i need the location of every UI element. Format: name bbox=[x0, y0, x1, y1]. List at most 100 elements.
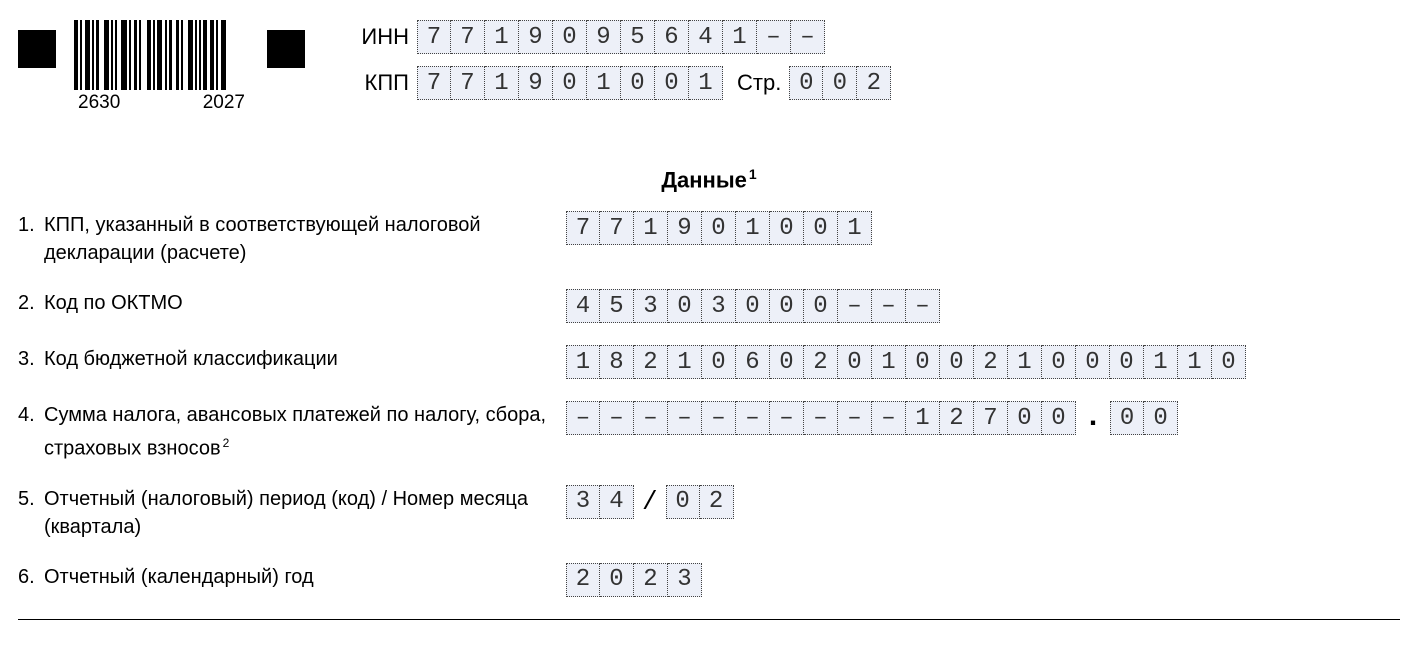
char-cell: – bbox=[872, 289, 906, 323]
char-cell: 1 bbox=[689, 66, 723, 100]
cell-group: 02 bbox=[666, 485, 734, 519]
char-cell: 7 bbox=[451, 20, 485, 54]
cell-group: 2023 bbox=[566, 563, 702, 597]
char-cell: 1 bbox=[485, 66, 519, 100]
kpp-line: КПП 771901001 Стр. 002 bbox=[355, 66, 891, 100]
char-cell: 9 bbox=[519, 66, 553, 100]
form-row: 1.КПП, указанный в соответствующей налог… bbox=[18, 211, 1400, 267]
char-cell: – bbox=[600, 401, 634, 435]
char-cell: 0 bbox=[553, 20, 587, 54]
char-cell: 9 bbox=[587, 20, 621, 54]
section-title: Данные1 bbox=[18, 166, 1400, 193]
page-cells: 002 bbox=[789, 66, 891, 100]
char-cell: 0 bbox=[1144, 401, 1178, 435]
char-cell: – bbox=[838, 289, 872, 323]
form-rows: 1.КПП, указанный в соответствующей налог… bbox=[18, 211, 1400, 597]
char-cell: 0 bbox=[702, 211, 736, 245]
char-cell: 0 bbox=[553, 66, 587, 100]
char-cell: 1 bbox=[736, 211, 770, 245]
char-cell: 4 bbox=[566, 289, 600, 323]
char-cell: 0 bbox=[1042, 345, 1076, 379]
char-cell: 2 bbox=[634, 563, 668, 597]
form-row: 6.Отчетный (календарный) год2023 bbox=[18, 563, 1400, 597]
barcode-num-left: 2630 bbox=[78, 92, 120, 114]
char-cell: 0 bbox=[668, 289, 702, 323]
char-cell: – bbox=[757, 20, 791, 54]
inn-line: ИНН 7719095641–– bbox=[355, 20, 891, 54]
char-cell: 9 bbox=[668, 211, 702, 245]
char-cell: 0 bbox=[1110, 401, 1144, 435]
char-cell: 0 bbox=[804, 289, 838, 323]
char-cell: 0 bbox=[655, 66, 689, 100]
char-cell: – bbox=[634, 401, 668, 435]
char-cell: 7 bbox=[451, 66, 485, 100]
char-cell: 0 bbox=[770, 345, 804, 379]
char-cell: 5 bbox=[600, 289, 634, 323]
form-value: 34 / 02 bbox=[566, 485, 734, 519]
char-cell: 7 bbox=[417, 66, 451, 100]
char-cell: 1 bbox=[668, 345, 702, 379]
char-cell: 2 bbox=[857, 66, 891, 100]
char-cell: 0 bbox=[770, 211, 804, 245]
cell-group: 771901001 bbox=[566, 211, 872, 245]
char-cell: 0 bbox=[770, 289, 804, 323]
char-cell: 7 bbox=[974, 401, 1008, 435]
char-cell: 4 bbox=[600, 485, 634, 519]
char-cell: – bbox=[838, 401, 872, 435]
char-cell: 2 bbox=[940, 401, 974, 435]
id-fields: ИНН 7719095641–– КПП 771901001 Стр. 002 bbox=[355, 20, 891, 112]
char-cell: – bbox=[566, 401, 600, 435]
char-cell: 0 bbox=[789, 66, 823, 100]
align-marker-left bbox=[18, 30, 56, 68]
form-value: 2023 bbox=[566, 563, 702, 597]
char-cell: 0 bbox=[940, 345, 974, 379]
char-cell: 2 bbox=[804, 345, 838, 379]
char-cell: 1 bbox=[566, 345, 600, 379]
char-cell: 1 bbox=[838, 211, 872, 245]
char-cell: 0 bbox=[823, 66, 857, 100]
char-cell: 2 bbox=[974, 345, 1008, 379]
cell-group: 18210602010021000110 bbox=[566, 345, 1246, 379]
inn-label: ИНН bbox=[355, 24, 417, 50]
form-value: ––––––––––12700.00 bbox=[566, 401, 1178, 435]
cell-group: 34 bbox=[566, 485, 634, 519]
char-cell: 0 bbox=[1076, 345, 1110, 379]
char-cell: 7 bbox=[566, 211, 600, 245]
barcode-num-right: 2027 bbox=[203, 92, 245, 114]
char-cell: 6 bbox=[736, 345, 770, 379]
char-cell: – bbox=[702, 401, 736, 435]
kpp-label: КПП bbox=[355, 70, 417, 96]
char-cell: 1 bbox=[1144, 345, 1178, 379]
char-cell: 2 bbox=[566, 563, 600, 597]
form-value: 45303000––– bbox=[566, 289, 940, 323]
divider bbox=[18, 619, 1400, 620]
char-cell: – bbox=[668, 401, 702, 435]
char-cell: 0 bbox=[736, 289, 770, 323]
char-cell: – bbox=[906, 289, 940, 323]
align-marker-right bbox=[267, 30, 305, 68]
char-cell: 0 bbox=[1042, 401, 1076, 435]
form-label: 1.КПП, указанный в соответствующей налог… bbox=[18, 211, 566, 267]
char-cell: 3 bbox=[668, 563, 702, 597]
page-label: Стр. bbox=[737, 70, 781, 96]
char-cell: 0 bbox=[666, 485, 700, 519]
char-cell: 1 bbox=[872, 345, 906, 379]
char-cell: 0 bbox=[804, 211, 838, 245]
char-cell: – bbox=[804, 401, 838, 435]
form-value: 18210602010021000110 bbox=[566, 345, 1246, 379]
cell-group: ––––––––––12700 bbox=[566, 401, 1076, 435]
char-cell: 0 bbox=[702, 345, 736, 379]
char-cell: 3 bbox=[566, 485, 600, 519]
form-header: 2630 2027 ИНН 7719095641–– КПП 771901001… bbox=[18, 20, 1400, 114]
char-cell: 7 bbox=[600, 211, 634, 245]
char-cell: 2 bbox=[634, 345, 668, 379]
form-row: 2.Код по ОКТМО45303000––– bbox=[18, 289, 1400, 323]
char-cell: 0 bbox=[1212, 345, 1246, 379]
kpp-cells: 771901001 bbox=[417, 66, 723, 100]
char-cell: 9 bbox=[519, 20, 553, 54]
inn-cells: 7719095641–– bbox=[417, 20, 825, 54]
separator: / bbox=[642, 487, 658, 517]
char-cell: 1 bbox=[485, 20, 519, 54]
separator: . bbox=[1084, 408, 1102, 428]
char-cell: 8 bbox=[600, 345, 634, 379]
